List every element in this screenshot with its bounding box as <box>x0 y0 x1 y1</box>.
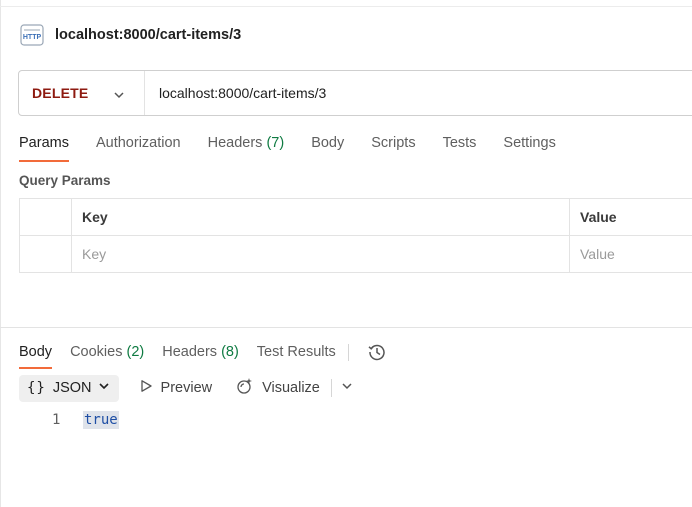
response-divider[interactable] <box>0 327 692 328</box>
url-input[interactable]: localhost:8000/cart-items/3 <box>159 85 326 101</box>
preview-label: Preview <box>160 380 213 396</box>
row-checkbox-cell <box>20 236 72 272</box>
method-label: DELETE <box>32 85 89 101</box>
chevron-down-icon <box>98 380 110 396</box>
tab-scripts[interactable]: Scripts <box>371 134 415 164</box>
braces-icon: {} <box>27 380 46 396</box>
controls-separator <box>330 379 332 397</box>
visualize-label: Visualize <box>262 380 320 396</box>
value-column-header: Value <box>580 209 617 225</box>
request-title-row: HTTP localhost:8000/cart-items/3 <box>19 22 241 48</box>
preview-button[interactable]: Preview <box>139 379 213 397</box>
top-divider <box>0 6 692 7</box>
response-headers-count: (8) <box>221 344 239 360</box>
tab-settings[interactable]: Settings <box>503 134 555 164</box>
tab-headers[interactable]: Headers (7) <box>208 134 285 164</box>
method-select[interactable]: DELETE <box>19 71 145 115</box>
response-tab-body[interactable]: Body <box>19 344 53 369</box>
http-icon: HTTP <box>19 22 45 48</box>
tab-tests[interactable]: Tests <box>443 134 477 164</box>
tab-body[interactable]: Body <box>311 134 344 164</box>
response-body-editor[interactable]: 1 true <box>52 411 119 429</box>
format-select[interactable]: {} JSON <box>19 374 119 402</box>
url-bar: DELETE localhost:8000/cart-items/3 <box>18 70 692 116</box>
checkbox-column-header <box>20 199 72 235</box>
response-tab-headers-label: Headers <box>162 344 218 360</box>
response-tabs: Body Cookies (2) Headers (8) Test Result… <box>19 338 387 369</box>
play-icon <box>139 379 153 397</box>
query-params-table: Key Value Key Value <box>19 198 692 273</box>
request-tabs: Params Authorization Headers (7) Body Sc… <box>19 134 583 164</box>
tabs-separator <box>347 343 349 361</box>
response-tab-headers[interactable]: Headers (8) <box>162 344 239 360</box>
visualize-chevron-down-icon[interactable] <box>341 380 353 396</box>
chevron-down-icon <box>113 88 125 106</box>
response-tab-test-results[interactable]: Test Results <box>257 344 336 360</box>
line-number: 1 <box>52 412 61 428</box>
key-column-header: Key <box>72 199 570 235</box>
response-tab-cookies-label: Cookies <box>70 344 123 360</box>
key-input[interactable]: Key <box>72 236 570 272</box>
visualize-button[interactable]: Visualize <box>236 377 320 399</box>
cookies-count: (2) <box>126 344 145 360</box>
response-value: true <box>83 411 119 429</box>
svg-text:HTTP: HTTP <box>23 34 42 41</box>
table-header-row: Key Value <box>20 199 692 236</box>
query-params-label: Query Params <box>19 173 111 188</box>
response-tab-cookies[interactable]: Cookies (2) <box>70 344 144 360</box>
tab-authorization[interactable]: Authorization <box>96 134 181 164</box>
request-title[interactable]: localhost:8000/cart-items/3 <box>55 27 241 43</box>
headers-count: (7) <box>266 135 285 151</box>
tab-params[interactable]: Params <box>19 134 69 164</box>
visualize-icon <box>236 377 254 399</box>
history-icon[interactable] <box>367 342 387 362</box>
format-label: JSON <box>52 380 92 396</box>
value-input[interactable]: Value <box>570 236 692 272</box>
response-view-controls: {} JSON Preview Visualize <box>19 374 353 402</box>
tab-headers-label: Headers <box>207 135 263 151</box>
table-row: Key Value <box>20 236 692 272</box>
